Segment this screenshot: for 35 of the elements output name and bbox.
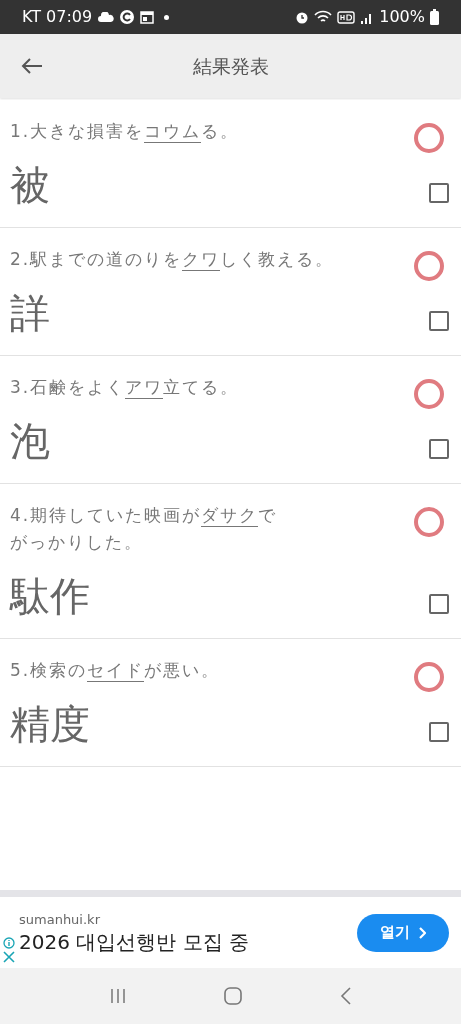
checkbox[interactable] [429,183,449,203]
dot-icon [164,14,170,20]
checkbox[interactable] [429,594,449,614]
status-time: KT 07:09 [22,6,93,28]
refresh-icon [120,10,135,24]
question-text: 1.大きな損害を コウム る。 [10,119,241,145]
chevron-right-icon [418,926,426,939]
battery-icon [430,9,439,25]
cloud-icon [98,12,115,22]
ad-domain: sumanhui.kr [19,910,101,929]
question-text: 5.検索の セイド が悪い。 [10,658,222,684]
open-button[interactable]: 열기 [357,913,449,952]
checkbox[interactable] [429,311,449,331]
close-icon[interactable] [3,950,15,963]
answer-text: 詳 [10,289,50,338]
wifi-icon [314,10,333,24]
calendar-icon [140,10,155,24]
answer-text: 被 [10,161,50,210]
hd-icon [337,10,356,24]
back-nav-icon[interactable] [340,987,353,1005]
checkbox[interactable] [429,439,449,459]
answer-text: 精度 [10,700,90,749]
page-title: 結果発表 [192,53,269,79]
checkbox[interactable] [429,722,449,742]
answer-text: 泡 [10,417,50,466]
alarm-icon [295,10,310,24]
recent-apps-icon[interactable] [108,988,127,1004]
ad-headline: 2026 대입선행반 모집 중 [19,929,250,956]
question-text: 4.期待していた映画が ダサク で がっかりした。 [10,503,279,554]
question-text: 2.駅までの道のりを クワ しく教える。 [10,247,336,273]
home-icon[interactable] [224,987,243,1005]
question-text: 3.石鹸をよく アワ立てる。 [10,375,241,401]
answer-text: 駄作 [10,572,90,621]
info-icon[interactable] [3,936,15,949]
battery-percent: 100% [379,6,425,28]
